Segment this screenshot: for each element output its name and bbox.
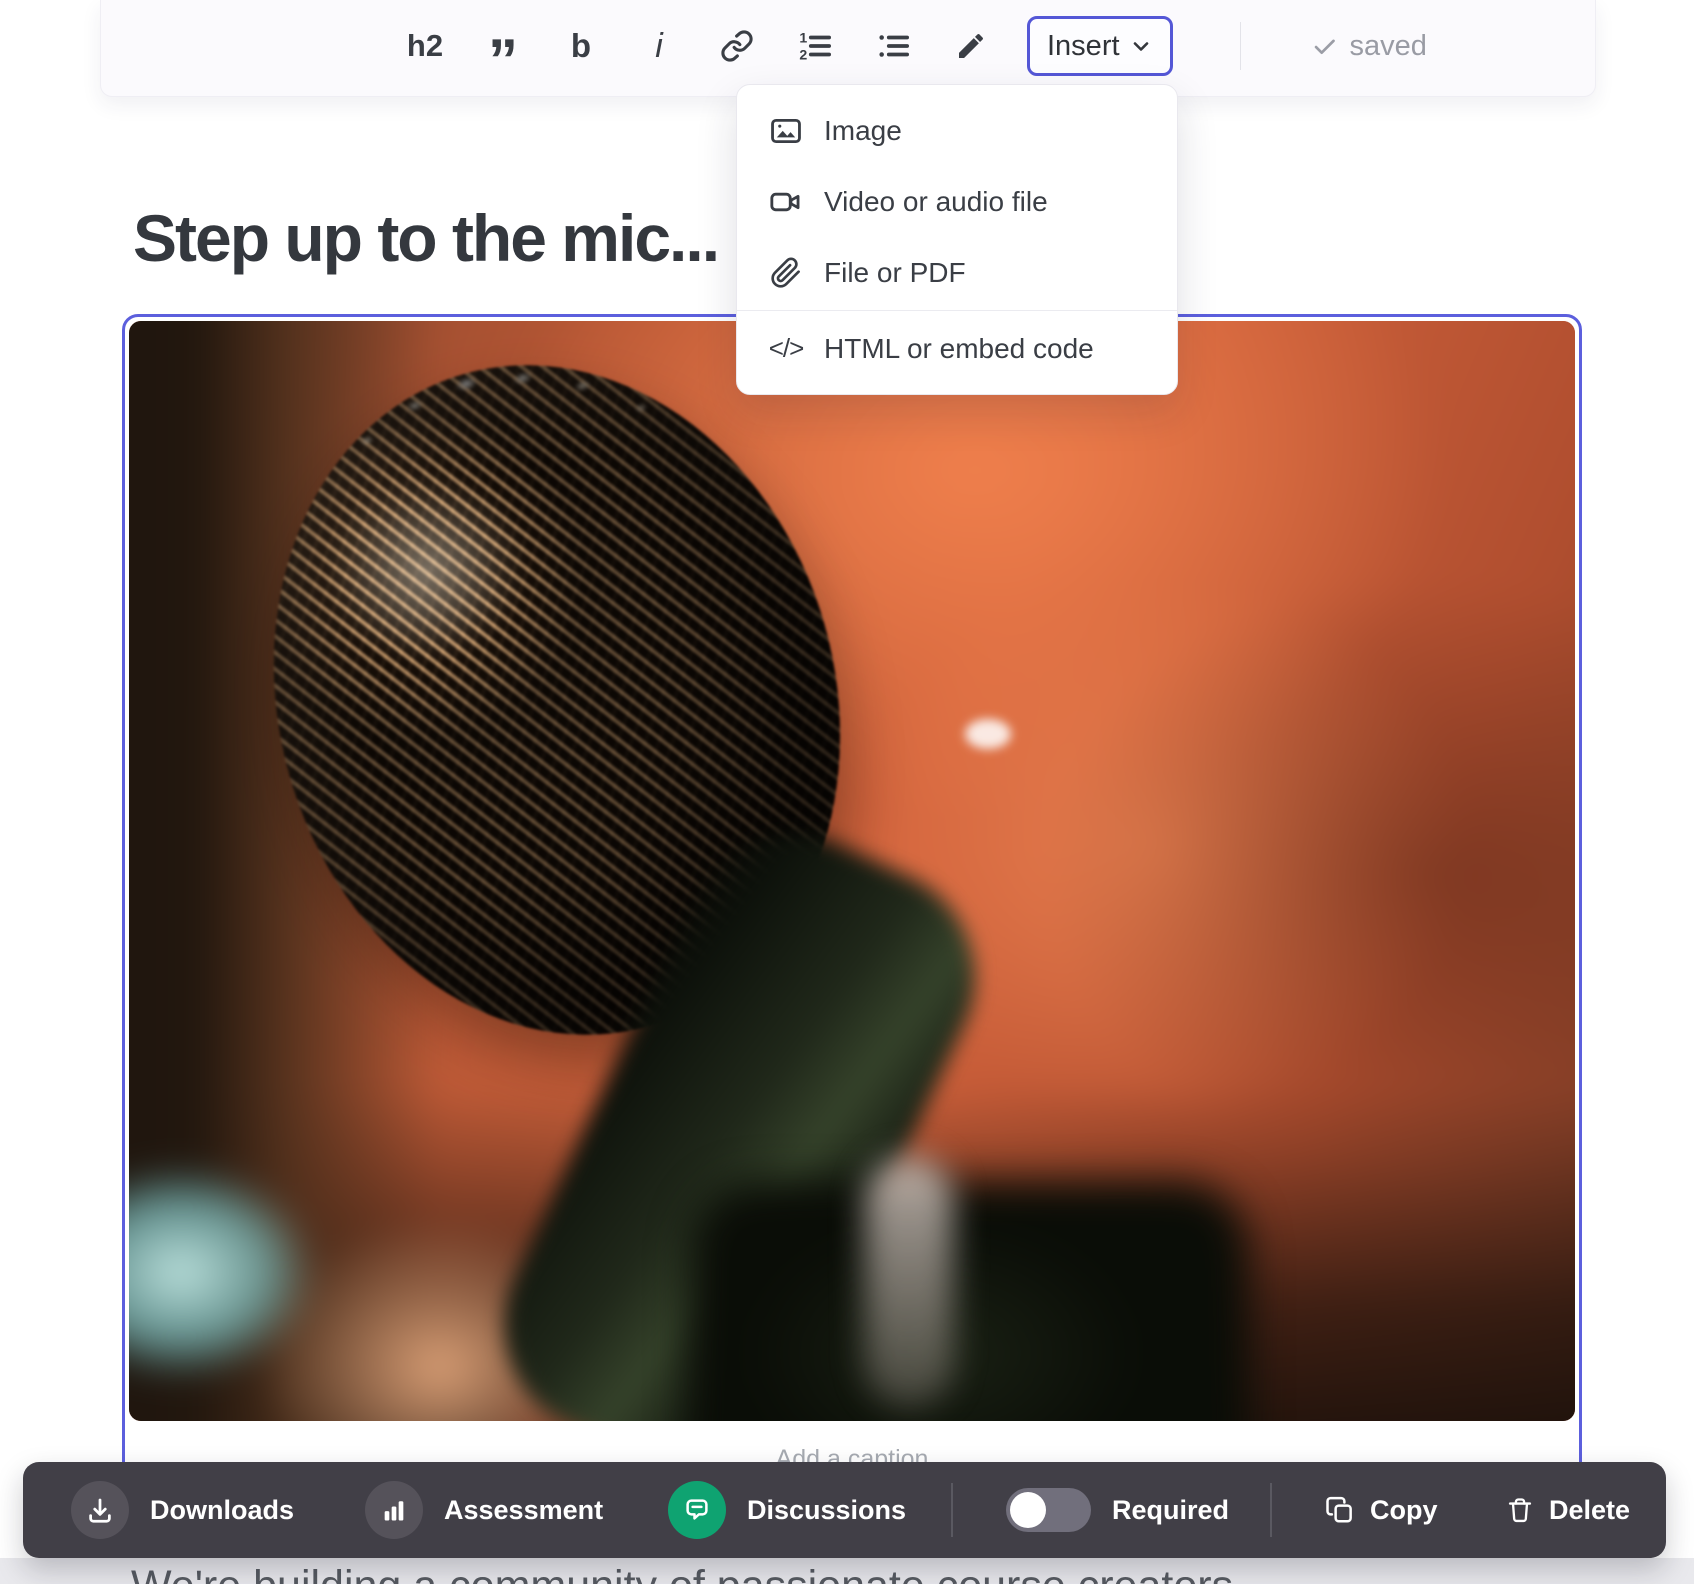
- link-icon: [720, 29, 754, 63]
- bullet-list-icon: [876, 29, 910, 63]
- code-icon: </>: [768, 333, 804, 364]
- paperclip-icon: [768, 257, 804, 289]
- insert-menu-label: HTML or embed code: [824, 333, 1094, 365]
- required-toggle[interactable]: [1006, 1488, 1091, 1532]
- assessment-label: Assessment: [444, 1495, 603, 1526]
- course-editor-canvas: h2 ” b i 1 2: [0, 0, 1694, 1584]
- insert-button-label: Insert: [1047, 30, 1120, 63]
- discussions-label: Discussions: [747, 1495, 906, 1526]
- ordered-list-icon: 1 2: [798, 29, 832, 63]
- chat-bubbles-icon: [668, 1481, 726, 1539]
- image-icon: [768, 114, 804, 148]
- next-section-strip: We're building a community of passionate…: [0, 1558, 1694, 1584]
- lesson-image[interactable]: [129, 321, 1575, 1421]
- section-action-bar: Downloads Assessment Discussions: [23, 1462, 1666, 1558]
- insert-menu-item-image[interactable]: Image: [737, 95, 1177, 166]
- copy-icon: [1325, 1495, 1355, 1525]
- specular-highlight: [965, 719, 1011, 749]
- assessment-button[interactable]: Assessment: [365, 1462, 603, 1558]
- downloads-label: Downloads: [150, 1495, 294, 1526]
- discussions-button[interactable]: Discussions: [668, 1462, 906, 1558]
- video-icon: [768, 185, 804, 219]
- insert-menu: Image Video or audio file File or PDF </…: [736, 84, 1178, 395]
- bar-chart-icon: [365, 1481, 423, 1539]
- insert-menu-divider: [737, 310, 1177, 311]
- insert-menu-label: File or PDF: [824, 257, 966, 289]
- insert-menu-item-embed[interactable]: </> HTML or embed code: [737, 313, 1177, 384]
- insert-menu-item-file[interactable]: File or PDF: [737, 237, 1177, 308]
- next-section-text: We're building a community of passionate…: [131, 1562, 1233, 1584]
- save-status: saved: [1311, 30, 1427, 63]
- toggle-knob: [1010, 1492, 1046, 1528]
- pencil-icon: [955, 30, 987, 62]
- save-status-text: saved: [1350, 30, 1427, 63]
- copy-button[interactable]: Copy: [1325, 1462, 1438, 1558]
- insert-menu-label: Video or audio file: [824, 186, 1048, 218]
- check-icon: [1311, 33, 1338, 60]
- microphone-mount: [689, 1181, 1249, 1421]
- highlight-button[interactable]: [949, 17, 993, 75]
- svg-text:1: 1: [799, 30, 807, 46]
- bold-button[interactable]: b: [559, 17, 603, 75]
- selected-image-block[interactable]: Add a caption: [122, 314, 1582, 1484]
- delete-label: Delete: [1549, 1495, 1630, 1526]
- download-icon: [71, 1481, 129, 1539]
- toolbar-divider: [1240, 22, 1241, 70]
- insert-menu-item-video[interactable]: Video or audio file: [737, 166, 1177, 237]
- format-toolbar-row: h2 ” b i 1 2: [403, 0, 1427, 92]
- italic-button[interactable]: i: [637, 17, 681, 75]
- trash-icon: [1506, 1496, 1534, 1524]
- copy-label: Copy: [1370, 1495, 1438, 1526]
- blockquote-button[interactable]: ”: [481, 32, 525, 90]
- required-label: Required: [1112, 1495, 1229, 1526]
- link-button[interactable]: [715, 17, 759, 75]
- insert-button[interactable]: Insert: [1027, 16, 1173, 76]
- action-bar-divider: [951, 1483, 953, 1537]
- format-toolbar: h2 ” b i 1 2: [100, 0, 1596, 97]
- heading2-button[interactable]: h2: [403, 17, 447, 75]
- downloads-button[interactable]: Downloads: [71, 1462, 294, 1558]
- action-bar-divider: [1270, 1483, 1272, 1537]
- bullet-list-button[interactable]: [871, 17, 915, 75]
- lesson-title[interactable]: Step up to the mic...: [133, 200, 718, 276]
- required-toggle-group: Required: [1006, 1462, 1229, 1558]
- blurred-stand-highlight: [865, 1157, 953, 1407]
- chevron-down-icon: [1129, 34, 1153, 58]
- delete-button[interactable]: Delete: [1506, 1462, 1630, 1558]
- insert-menu-label: Image: [824, 115, 902, 147]
- svg-text:2: 2: [799, 47, 807, 63]
- ordered-list-button[interactable]: 1 2: [793, 17, 837, 75]
